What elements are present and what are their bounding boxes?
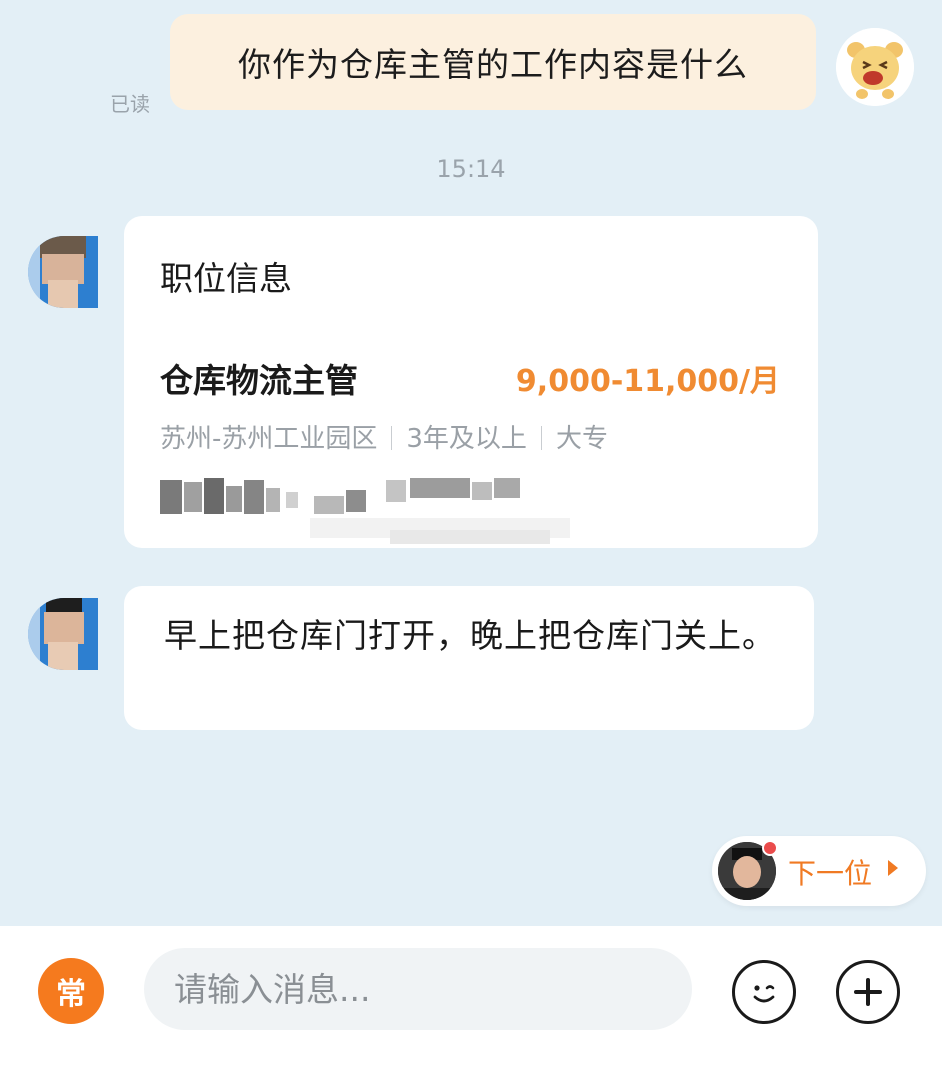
pixelated-company-info — [160, 476, 720, 556]
next-candidate-button[interactable]: 下一位 — [712, 836, 926, 906]
outgoing-message-bubble[interactable]: 你作为仓库主管的工作内容是什么 — [170, 14, 816, 110]
incoming-message-text: 早上把仓库门打开，晚上把仓库门关上。 — [164, 616, 776, 655]
meta-divider — [540, 426, 542, 450]
job-info-card[interactable]: 职位信息 仓库物流主管 9,000-11,000/月 苏州-苏州工业园区 3年及以… — [124, 216, 818, 548]
more-options-button[interactable] — [836, 960, 900, 1024]
message-input-bar: 常 — [0, 926, 942, 1080]
emoji-button[interactable] — [732, 960, 796, 1024]
read-status: 已读 — [110, 92, 150, 116]
incoming-message-bubble[interactable]: 早上把仓库门打开，晚上把仓库门关上。 — [124, 586, 814, 730]
job-name: 仓库物流主管 — [160, 361, 358, 400]
self-avatar[interactable] — [836, 28, 914, 106]
job-education: 大专 — [555, 424, 608, 454]
meta-divider — [391, 426, 393, 450]
quick-phrase-button[interactable]: 常 — [38, 958, 104, 1024]
contact-avatar[interactable] — [28, 236, 98, 308]
outgoing-message-text: 你作为仓库主管的工作内容是什么 — [238, 45, 748, 84]
plus-icon — [854, 978, 882, 1006]
next-candidate-label: 下一位 — [788, 857, 873, 890]
job-experience: 3年及以上 — [406, 424, 527, 454]
notification-dot — [762, 840, 778, 856]
card-title: 职位信息 — [160, 259, 292, 298]
contact-avatar[interactable] — [28, 598, 98, 670]
job-location: 苏州-苏州工业园区 — [160, 424, 378, 454]
smiley-face-icon — [753, 985, 775, 1003]
job-meta: 苏州-苏州工业园区 3年及以上 大专 — [160, 418, 608, 455]
message-timestamp: 15:14 — [436, 155, 506, 183]
job-salary: 9,000-11,000/月 — [515, 364, 780, 399]
message-input[interactable] — [144, 948, 692, 1030]
play-arrow-icon — [888, 860, 898, 876]
